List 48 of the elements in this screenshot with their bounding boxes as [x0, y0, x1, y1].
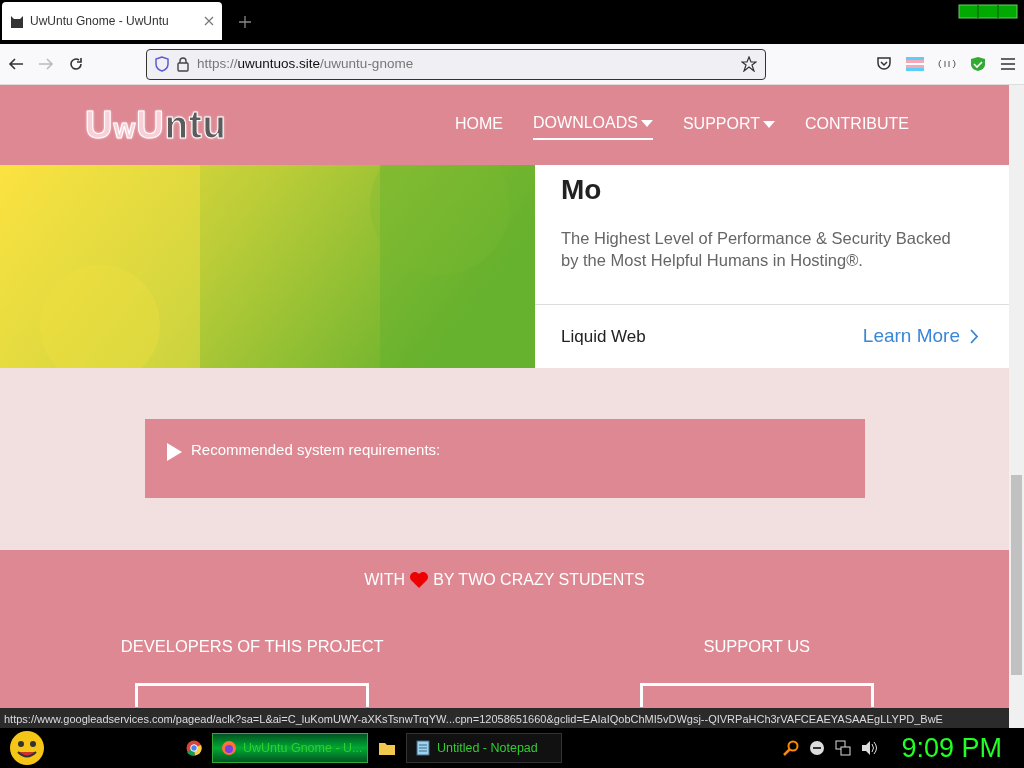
nav-link[interactable]: CONTRIBUTE: [805, 111, 909, 139]
close-icon[interactable]: [204, 16, 214, 26]
address-bar[interactable]: https://uwuntuos.site/uwuntu-gnome: [146, 48, 766, 80]
ad-text: The Highest Level of Performance & Security Backed by the Most Helpful Humans in Hosting®.: [561, 228, 952, 272]
star-icon[interactable]: [741, 56, 757, 72]
smiley-icon[interactable]: [8, 730, 46, 766]
advertiser-name: Liquid Web: [561, 325, 646, 348]
column-heading: DEVELOPERS OF THIS PROJECT: [120, 636, 384, 657]
clock: 9:09 PM: [901, 731, 1002, 765]
new-tab-icon[interactable]: [238, 15, 252, 29]
ad-heading: Mo: [561, 173, 603, 207]
window-controls-icon: [958, 3, 1018, 19]
column-heading: SUPPORT US: [703, 636, 811, 657]
notepad-icon: [415, 740, 431, 756]
browser-tab[interactable]: UwUntu Gnome - UwUntu: [2, 2, 222, 40]
shield-check-icon[interactable]: [970, 56, 986, 72]
learn-more-link[interactable]: Learn More: [862, 322, 979, 351]
tagline-text: BY TWO CRAZY STUDENTS: [433, 570, 645, 590]
scrollbar-thumb[interactable]: [1011, 475, 1022, 675]
url-text: https://uwuntuos.site/uwuntu-gnome: [197, 54, 415, 73]
requirements-label: Recommended system requirements:: [191, 440, 441, 460]
reload-icon[interactable]: [68, 56, 84, 72]
heart-icon: [409, 571, 430, 589]
search-icon[interactable]: [783, 740, 800, 756]
taskbar-button[interactable]: UwUntu Gnome - U...: [212, 733, 368, 763]
extension-icon[interactable]: [938, 59, 956, 69]
nav-link[interactable]: SUPPORT: [682, 111, 775, 139]
browser-icon[interactable]: [186, 740, 202, 756]
tagline-text: WITH: [364, 570, 406, 590]
back-icon[interactable]: [8, 56, 24, 72]
status-icon[interactable]: [809, 740, 826, 756]
firefox-icon: [221, 740, 237, 756]
site-logo[interactable]: UwUntu: [85, 96, 227, 154]
lock-icon: [177, 56, 189, 72]
triangle-right-icon: [165, 443, 183, 461]
network-icon[interactable]: [835, 740, 852, 756]
taskbar-button[interactable]: Untitled - Notepad: [406, 733, 562, 763]
nav-link[interactable]: DOWNLOADS: [533, 110, 653, 140]
pocket-icon[interactable]: [876, 56, 892, 72]
volume-icon[interactable]: [861, 740, 878, 756]
status-url: https://www.googleadservices.com/pagead/aclk?sa=L&ai=C_luKomUWY-aXKsTsnwTrqYW...cpn=12058651660&gclid=EAIaIQobChMI5vDWgsj--QIVRPaHCh3rVAFCEAEYASAAEgLLYPD_BwE: [0, 708, 1009, 728]
cat-icon: [10, 14, 24, 28]
shield-icon: [155, 56, 169, 72]
folder-icon[interactable]: [378, 740, 396, 756]
menu-icon[interactable]: [1000, 57, 1016, 71]
nav-link[interactable]: HOME: [455, 111, 504, 139]
requirements-panel[interactable]: Recommended system requirements:: [145, 419, 865, 498]
chevron-right-icon: [970, 329, 979, 344]
